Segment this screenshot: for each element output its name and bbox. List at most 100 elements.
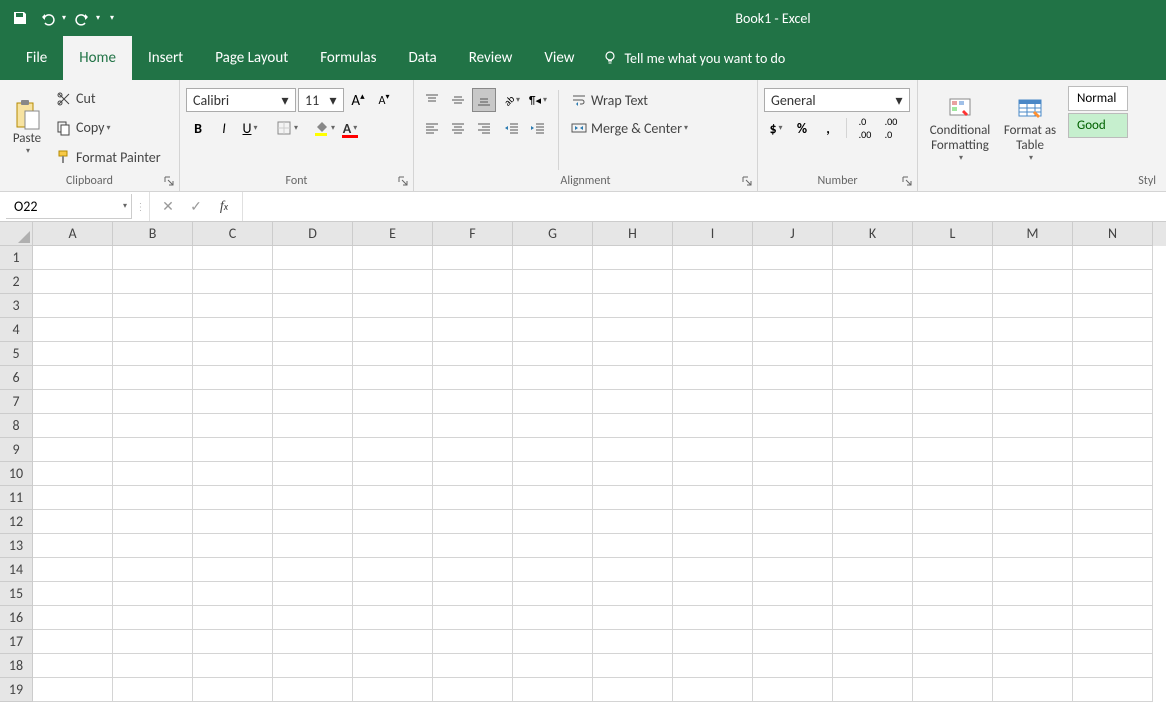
cell[interactable] <box>833 534 913 558</box>
cell[interactable] <box>513 654 593 678</box>
cell[interactable] <box>513 678 593 702</box>
cell[interactable] <box>433 366 513 390</box>
cell[interactable] <box>593 366 673 390</box>
cell[interactable] <box>113 270 193 294</box>
tab-data[interactable]: Data <box>392 36 452 80</box>
cell[interactable] <box>433 678 513 702</box>
cell[interactable] <box>513 318 593 342</box>
tell-me-search[interactable]: Tell me what you want to do <box>602 50 785 67</box>
cell[interactable] <box>593 582 673 606</box>
cell[interactable] <box>513 414 593 438</box>
cell[interactable] <box>433 414 513 438</box>
cell[interactable] <box>433 558 513 582</box>
cell[interactable] <box>353 390 433 414</box>
cell[interactable] <box>913 486 993 510</box>
cell[interactable] <box>673 654 753 678</box>
accounting-format-button[interactable]: $▾ <box>764 116 788 140</box>
tab-formulas[interactable]: Formulas <box>304 36 392 80</box>
cell[interactable] <box>113 246 193 270</box>
cell[interactable] <box>673 390 753 414</box>
cell[interactable] <box>1073 390 1153 414</box>
row-header[interactable]: 9 <box>0 438 33 462</box>
cell[interactable] <box>993 678 1073 702</box>
cell-style-normal[interactable]: Normal <box>1068 86 1128 111</box>
cell[interactable] <box>33 510 113 534</box>
cell[interactable] <box>1073 654 1153 678</box>
cell[interactable] <box>353 654 433 678</box>
cell[interactable] <box>753 246 833 270</box>
cell[interactable] <box>513 294 593 318</box>
cell[interactable] <box>673 486 753 510</box>
cell[interactable] <box>353 414 433 438</box>
cell[interactable] <box>593 414 673 438</box>
cell[interactable] <box>1073 678 1153 702</box>
align-top-button[interactable] <box>420 88 444 112</box>
font-launcher[interactable] <box>396 174 410 188</box>
cell[interactable] <box>593 438 673 462</box>
cell[interactable] <box>913 558 993 582</box>
cell[interactable] <box>833 294 913 318</box>
align-middle-button[interactable] <box>446 88 470 112</box>
cell[interactable] <box>193 342 273 366</box>
cell[interactable] <box>993 438 1073 462</box>
cell[interactable] <box>1073 438 1153 462</box>
cell[interactable] <box>513 606 593 630</box>
cell[interactable] <box>753 606 833 630</box>
cell[interactable] <box>913 246 993 270</box>
cell[interactable] <box>1073 294 1153 318</box>
cell[interactable] <box>913 438 993 462</box>
clipboard-launcher[interactable] <box>162 174 176 188</box>
name-box-dropdown[interactable]: ▾ <box>123 201 127 211</box>
cell[interactable] <box>33 390 113 414</box>
cell[interactable] <box>513 366 593 390</box>
cell[interactable] <box>193 318 273 342</box>
cell[interactable] <box>1073 630 1153 654</box>
row-header[interactable]: 18 <box>0 654 33 678</box>
cell[interactable] <box>513 510 593 534</box>
cell[interactable] <box>353 366 433 390</box>
cell[interactable] <box>913 414 993 438</box>
col-header[interactable]: D <box>273 222 353 246</box>
decrease-font-button[interactable]: A▾ <box>372 88 396 112</box>
cell[interactable] <box>753 534 833 558</box>
cell[interactable] <box>353 270 433 294</box>
cell[interactable] <box>33 558 113 582</box>
cell[interactable] <box>193 654 273 678</box>
align-right-button[interactable] <box>472 116 496 140</box>
undo-button[interactable] <box>36 6 60 30</box>
cell[interactable] <box>113 294 193 318</box>
cell[interactable] <box>833 366 913 390</box>
cell[interactable] <box>993 654 1073 678</box>
cell[interactable] <box>913 366 993 390</box>
col-header[interactable]: E <box>353 222 433 246</box>
cell[interactable] <box>273 414 353 438</box>
row-header[interactable]: 19 <box>0 678 33 702</box>
cell[interactable] <box>113 558 193 582</box>
cell[interactable] <box>753 462 833 486</box>
cell[interactable] <box>913 678 993 702</box>
cell[interactable] <box>353 582 433 606</box>
cell[interactable] <box>833 270 913 294</box>
cell[interactable] <box>273 630 353 654</box>
cell[interactable] <box>833 342 913 366</box>
cell[interactable] <box>993 342 1073 366</box>
cell[interactable] <box>513 486 593 510</box>
cell[interactable] <box>273 678 353 702</box>
cell[interactable] <box>593 630 673 654</box>
cell[interactable] <box>353 510 433 534</box>
cell[interactable] <box>273 582 353 606</box>
cell[interactable] <box>193 510 273 534</box>
cell[interactable] <box>753 318 833 342</box>
cell[interactable] <box>353 678 433 702</box>
cell[interactable] <box>193 630 273 654</box>
cell[interactable] <box>513 342 593 366</box>
cell[interactable] <box>113 318 193 342</box>
cell[interactable] <box>753 414 833 438</box>
cell[interactable] <box>833 582 913 606</box>
cell[interactable] <box>353 558 433 582</box>
row-header[interactable]: 12 <box>0 510 33 534</box>
cell[interactable] <box>993 414 1073 438</box>
cell[interactable] <box>753 630 833 654</box>
cell[interactable] <box>1073 606 1153 630</box>
cell[interactable] <box>33 270 113 294</box>
